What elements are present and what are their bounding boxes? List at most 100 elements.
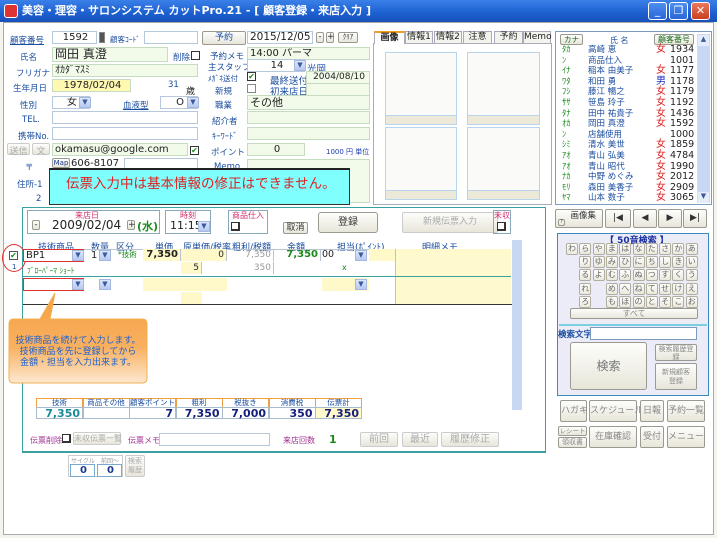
kana-button[interactable]: ぬ bbox=[632, 269, 645, 282]
previous-button[interactable]: 前回 bbox=[360, 432, 398, 447]
image-slot[interactable] bbox=[467, 127, 540, 200]
help-icon[interactable]: ? bbox=[558, 219, 565, 226]
kana-button[interactable]: さ bbox=[659, 243, 672, 255]
mobile-field[interactable] bbox=[52, 127, 198, 140]
kana-button[interactable]: ゆ bbox=[592, 256, 605, 269]
kana-button[interactable]: け bbox=[672, 282, 685, 295]
tel-field[interactable] bbox=[52, 111, 198, 124]
tab-caution[interactable]: 注意 bbox=[463, 31, 492, 44]
cost-cell[interactable] bbox=[181, 278, 227, 291]
kana-button[interactable]: も bbox=[605, 295, 618, 308]
menu-button[interactable]: メニュー bbox=[667, 426, 705, 448]
visit-date-plus[interactable]: + bbox=[127, 220, 136, 230]
tax-rate-value[interactable]: 5 bbox=[181, 262, 202, 274]
staff-select[interactable]: 00 bbox=[322, 249, 334, 260]
kana-button[interactable]: よ bbox=[592, 269, 605, 282]
delete-checkbox[interactable] bbox=[191, 51, 200, 60]
birthdate-field[interactable]: 1978/02/04 bbox=[52, 79, 131, 92]
slip-scrollbar[interactable] bbox=[512, 240, 522, 410]
reserve-date-field[interactable]: 2015/12/05 bbox=[247, 31, 313, 44]
since-value[interactable]: 0 bbox=[97, 464, 122, 477]
kana-button[interactable]: た bbox=[645, 243, 658, 255]
chevron-down-icon[interactable]: ▼ bbox=[198, 221, 210, 232]
map-button[interactable]: Map bbox=[52, 158, 70, 168]
kana-button[interactable]: ね bbox=[632, 282, 645, 295]
kana-button[interactable]: む bbox=[605, 269, 618, 282]
slip-memo-field[interactable] bbox=[159, 433, 270, 446]
kana-button[interactable]: み bbox=[605, 256, 618, 269]
scroll-down-icon[interactable]: ▼ bbox=[698, 192, 709, 203]
name-field[interactable]: 岡田 真澄 bbox=[52, 47, 168, 62]
chevron-down-icon[interactable]: ▼ bbox=[72, 250, 84, 261]
kana-button[interactable]: あ bbox=[685, 243, 698, 255]
kana-button[interactable]: う bbox=[685, 269, 698, 282]
new-checkbox[interactable] bbox=[247, 84, 256, 93]
visit-date[interactable]: 2009/02/04 bbox=[52, 218, 121, 232]
kana-button[interactable]: ま bbox=[605, 243, 618, 255]
kana-button[interactable]: そ bbox=[659, 295, 672, 308]
introducer-field[interactable] bbox=[247, 111, 370, 124]
customer-code-field[interactable] bbox=[144, 31, 198, 44]
receipt-button[interactable]: レシート bbox=[558, 426, 587, 436]
kana-button[interactable]: つ bbox=[645, 269, 658, 282]
list-scrollbar[interactable] bbox=[697, 34, 710, 203]
image-slot[interactable] bbox=[467, 52, 540, 125]
kana-button[interactable]: め bbox=[605, 282, 618, 295]
kana-button[interactable]: と bbox=[645, 295, 658, 308]
history-edit-button[interactable]: 履歴修正 bbox=[441, 432, 499, 447]
image-slot[interactable] bbox=[385, 52, 457, 125]
chevron-down-icon[interactable]: ▼ bbox=[355, 279, 367, 290]
date-plus-button[interactable]: + bbox=[326, 32, 335, 43]
new-slip-button[interactable]: 新規伝票入力 bbox=[402, 212, 498, 233]
daily-report-button[interactable]: 日報 bbox=[640, 400, 664, 422]
kana-button[interactable]: く bbox=[672, 269, 685, 282]
keyword-field[interactable] bbox=[247, 127, 370, 140]
schedule-button[interactable]: スケジュール bbox=[589, 400, 643, 422]
kana-button[interactable]: り bbox=[579, 256, 592, 269]
reception-button[interactable]: 受付 bbox=[640, 426, 664, 448]
stock-check-button[interactable]: 在庫確認 bbox=[589, 426, 637, 448]
tab-info1[interactable]: 情報1 bbox=[405, 31, 433, 44]
email-checkbox[interactable]: ✔ bbox=[190, 146, 199, 155]
cost-value[interactable]: 0 bbox=[181, 249, 227, 261]
image-slot[interactable] bbox=[385, 127, 457, 200]
blood-type-label[interactable]: 血液型 bbox=[123, 99, 149, 111]
kana-button[interactable]: は bbox=[619, 243, 632, 255]
kana-button[interactable]: ら bbox=[579, 243, 592, 255]
kana-all-button[interactable]: すべて bbox=[570, 308, 698, 319]
visit-date-minus[interactable]: - bbox=[32, 220, 40, 230]
invoice-button[interactable]: 領収書 bbox=[558, 437, 587, 448]
kana-button[interactable]: お bbox=[685, 295, 698, 308]
slip-delete-checkbox[interactable] bbox=[62, 434, 71, 443]
kana-button[interactable]: て bbox=[645, 282, 658, 295]
scroll-up-icon[interactable]: ▲ bbox=[698, 35, 709, 46]
kana-button[interactable]: し bbox=[659, 256, 672, 269]
tax-rate-cell[interactable] bbox=[181, 292, 202, 304]
last-record-button[interactable]: ▶| bbox=[683, 209, 707, 228]
postcard-button[interactable]: ハガキ bbox=[560, 400, 588, 422]
chevron-down-icon[interactable]: ▼ bbox=[294, 60, 306, 71]
email-field[interactable]: okamasu@google.com bbox=[52, 143, 188, 156]
time-select[interactable]: 11:15 bbox=[170, 219, 202, 232]
search-history-register-button[interactable]: 検索履歴登録 bbox=[655, 344, 697, 361]
list-item[interactable]: ｻｻ 笹島 玲子 女 1192 bbox=[557, 97, 697, 109]
chevron-down-icon[interactable]: ▼ bbox=[72, 279, 84, 290]
kana-button[interactable]: き bbox=[672, 256, 685, 269]
date-minus-button[interactable]: - bbox=[316, 32, 324, 43]
search-text-field[interactable] bbox=[590, 327, 697, 340]
customer-number-field[interactable]: 1592 bbox=[52, 31, 97, 44]
sort-kana-button[interactable]: カナ bbox=[560, 34, 583, 45]
next-record-button[interactable]: ▶ bbox=[658, 209, 682, 228]
new-customer-button[interactable]: 新規顧客登録 bbox=[655, 363, 697, 390]
tab-image[interactable]: 画像 bbox=[374, 31, 405, 44]
reserve-button[interactable]: 予約 bbox=[202, 31, 246, 45]
kana-button[interactable]: わ bbox=[566, 243, 578, 255]
kana-button[interactable]: ひ bbox=[619, 256, 632, 269]
kana-button[interactable]: か bbox=[672, 243, 685, 255]
job-field[interactable]: その他 bbox=[247, 95, 370, 110]
tab-memo[interactable]: Memo bbox=[523, 31, 552, 44]
kana-button[interactable]: せ bbox=[659, 282, 672, 295]
cancel-button[interactable]: 取消 bbox=[283, 222, 308, 234]
chevron-down-icon[interactable]: ▼ bbox=[355, 250, 367, 261]
prev-record-button[interactable]: ◀ bbox=[633, 209, 657, 228]
